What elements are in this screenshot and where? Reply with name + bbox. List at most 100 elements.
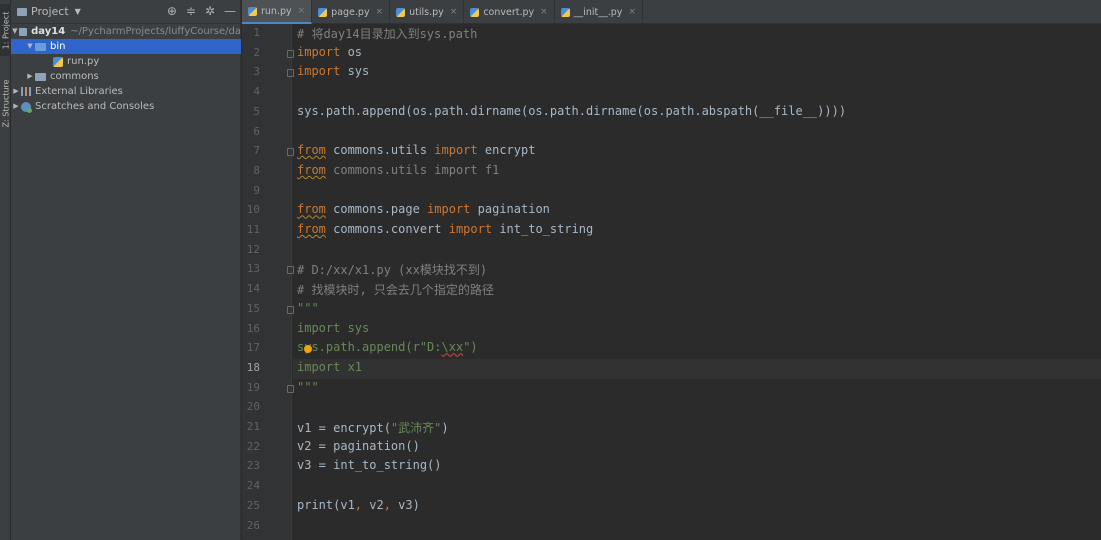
code-line: # 找模块时, 只会去几个指定的路径 — [297, 283, 494, 298]
library-icon — [21, 87, 31, 96]
code-line: from commons.page import pagination — [297, 202, 550, 217]
code-line: # 将day14目录加入到sys.path — [297, 27, 478, 41]
project-path-label: ~/PycharmProjects/luffyCourse/da — [70, 26, 241, 37]
tree-item-label: bin — [50, 41, 66, 52]
line-number: 11 — [246, 223, 260, 236]
code-line: import sys — [297, 320, 370, 335]
gear-icon[interactable]: ✲ — [205, 4, 215, 18]
tab-convert-py[interactable]: convert.py × — [464, 0, 555, 24]
code-line: from commons.utils import encrypt — [297, 143, 536, 158]
structure-tool-tab[interactable]: Z: Structure — [0, 72, 11, 134]
line-number: 6 — [253, 124, 260, 138]
line-number: 1 — [253, 26, 260, 39]
close-icon[interactable]: × — [376, 7, 384, 17]
tree-item-label: commons — [50, 71, 99, 82]
tree-item-label: run.py — [67, 56, 100, 67]
code-line: import sys — [297, 64, 370, 79]
code-line: from commons.utils import f1 — [297, 162, 500, 177]
current-line-highlight — [293, 358, 1101, 379]
code-editor[interactable]: 1 2 3 4 5 6 7 8 9 10 11 12 13 14 15 16 17 18 19 20 21 22 23 24 2… — [242, 24, 1101, 540]
close-icon[interactable]: × — [540, 7, 548, 17]
locate-icon[interactable]: ⊕ — [167, 4, 177, 18]
code-line: import x1 — [297, 359, 363, 374]
expand-arrow-icon[interactable]: ▶ — [25, 69, 35, 84]
line-number: 14 — [246, 282, 260, 296]
line-number: 3 — [253, 65, 260, 79]
python-file-icon — [396, 7, 406, 17]
code-line: # D:/xx/x1.py (xx模块找不到) — [297, 263, 488, 278]
python-file-icon — [318, 7, 328, 17]
line-number: 18 — [246, 360, 260, 374]
minimize-icon[interactable]: — — [224, 4, 236, 18]
expand-arrow-icon[interactable]: ▶ — [11, 84, 21, 99]
tab-utils-py[interactable]: utils.py × — [390, 0, 465, 24]
line-number-gutter: 1 2 3 4 5 6 7 8 9 10 11 12 13 14 15 16 17 18 19 20 21 22 23 24 2… — [242, 24, 294, 540]
line-number: 15 — [246, 301, 260, 315]
editor-tab-bar: run.py × page.py × utils.py × convert.py × _… — [242, 0, 1101, 24]
folder-icon — [35, 42, 46, 51]
line-number: 21 — [246, 420, 260, 433]
project-tree: ▼ day14 ~/PycharmProjects/luffyCourse/da… — [11, 24, 241, 114]
project-tool-tab[interactable]: 1: Project — [0, 4, 11, 56]
chevron-down-icon[interactable]: ▼ — [75, 7, 81, 16]
python-file-icon — [470, 7, 480, 17]
code-line: sys.path.append(os.path.dirname(os.path.… — [297, 103, 847, 118]
line-number: 19 — [246, 380, 260, 394]
line-number: 17 — [246, 341, 260, 355]
collapse-all-icon[interactable]: ≑ — [186, 4, 196, 18]
code-line: v2 = pagination() — [297, 438, 420, 453]
tree-item-label: day14 — [31, 26, 66, 37]
fold-marker-icon[interactable] — [287, 49, 294, 58]
code-line: v1 = encrypt("武沛齐") — [297, 421, 449, 435]
python-file-icon — [560, 7, 570, 17]
line-number: 2 — [253, 45, 260, 59]
project-panel-toolbar: ⊕ ≑ ✲ — — [167, 4, 236, 18]
line-number: 12 — [246, 242, 260, 256]
code-line: sys.path.append(r"D:\xx") — [297, 340, 478, 355]
code-line: import os — [297, 44, 363, 59]
line-number: 9 — [253, 183, 260, 197]
fold-marker-icon[interactable] — [287, 305, 294, 314]
folder-icon — [18, 27, 28, 36]
tree-item-label: External Libraries — [35, 86, 123, 97]
line-number: 24 — [246, 479, 260, 493]
line-number: 8 — [253, 163, 260, 177]
tab-page-py[interactable]: page.py × — [312, 0, 391, 24]
code-line: v3 = int_to_string() — [297, 458, 442, 473]
python-file-icon — [248, 6, 257, 16]
code-line: from commons.convert import int_to_strin… — [297, 222, 594, 236]
fold-marker-icon[interactable] — [287, 266, 294, 275]
tree-item-external-libraries[interactable]: ▶ External Libraries — [11, 84, 241, 99]
project-panel: Project ▼ ⊕ ≑ ✲ — ▼ day14 ~/PycharmProje… — [11, 0, 241, 540]
line-number: 5 — [253, 104, 260, 118]
project-panel-title[interactable]: Project — [31, 5, 69, 18]
fold-marker-icon[interactable] — [287, 148, 294, 157]
code-line: """ — [297, 300, 319, 315]
tree-item-label: Scratches and Consoles — [35, 101, 155, 112]
tree-item-commons[interactable]: ▶ commons — [11, 69, 241, 84]
tree-item-scratches[interactable]: ▶ Scratches and Consoles — [11, 99, 241, 114]
line-number: 7 — [253, 144, 260, 158]
line-number: 16 — [246, 321, 260, 335]
close-icon[interactable]: × — [298, 6, 306, 16]
code-line: print(v1, v2, v3) — [297, 497, 420, 512]
folder-icon — [17, 7, 27, 16]
tab-run-py[interactable]: run.py × — [242, 0, 313, 24]
folder-icon — [35, 72, 46, 81]
tab-init-py[interactable]: __init__.py × — [555, 0, 643, 24]
scratches-icon — [21, 101, 32, 113]
expand-arrow-icon[interactable]: ▼ — [11, 24, 19, 39]
fold-marker-icon[interactable] — [287, 384, 294, 393]
close-icon[interactable]: × — [628, 7, 636, 17]
expand-arrow-icon[interactable]: ▶ — [11, 99, 21, 114]
fold-marker-icon[interactable] — [287, 69, 294, 78]
line-number: 26 — [246, 518, 260, 532]
tree-item-bin[interactable]: ▼ bin — [11, 39, 241, 54]
tree-item-day14[interactable]: ▼ day14 ~/PycharmProjects/luffyCourse/da — [11, 24, 241, 39]
tree-item-run-py[interactable]: run.py — [11, 54, 241, 69]
close-icon[interactable]: × — [450, 7, 458, 17]
tool-window-strip: 1: Project Z: Structure — [0, 0, 11, 540]
line-number: 22 — [246, 439, 260, 453]
line-number: 25 — [246, 498, 260, 512]
expand-arrow-icon[interactable]: ▼ — [25, 39, 35, 54]
